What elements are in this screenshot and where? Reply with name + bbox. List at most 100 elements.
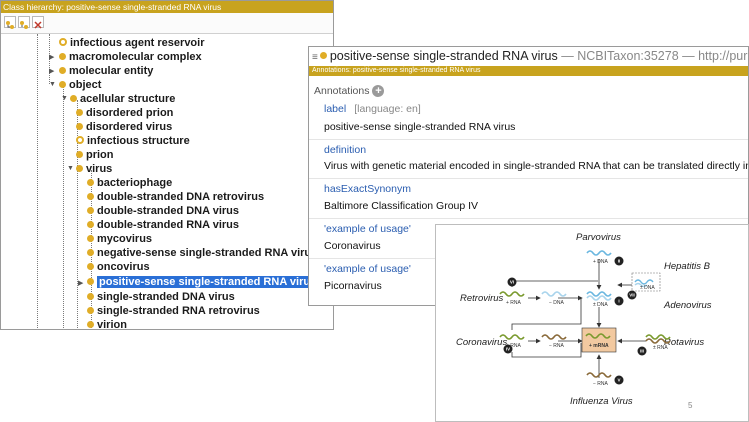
tree-item-selected[interactable]: positive-sense single-stranded RNA virus — [87, 275, 319, 289]
node-pm-dna: ± DNA — [593, 302, 608, 308]
node-pm-rna: ± RNA — [653, 345, 668, 351]
annotation-value: positive-sense single-stranded RNA virus — [324, 121, 516, 133]
hepatitis-label: Hepatitis B — [664, 261, 711, 272]
annotation-property[interactable]: 'example of usage' — [324, 223, 411, 235]
tree-item[interactable]: oncovirus — [87, 260, 150, 274]
class-hierarchy-panel: Class hierarchy: positive-sense single-s… — [0, 0, 334, 330]
tree-item[interactable]: infectious structure — [76, 134, 190, 148]
tree-item[interactable]: double-stranded DNA retrovirus — [87, 190, 264, 204]
tree-item[interactable]: acellular structure — [70, 92, 175, 106]
tree-item[interactable]: disordered prion — [76, 106, 173, 120]
class-icon — [76, 108, 83, 116]
annotations-header: Annotations + — [314, 85, 385, 98]
class-tree: infectious agent reservoir ▶ macromolecu… — [1, 34, 333, 329]
node-plus-rna: + RNA — [506, 300, 522, 306]
annotation-value: Coronavirus — [324, 240, 381, 252]
delete-class-icon — [34, 21, 42, 29]
annotations-subtitle: Annotations: positive-sense single-stran… — [309, 66, 748, 76]
influenza-label: Influenza Virus — [570, 396, 633, 407]
tree-item[interactable]: virus — [76, 162, 112, 176]
class-icon — [87, 277, 94, 285]
group-badge-label: VI — [510, 280, 514, 285]
tree-item[interactable]: bacteriophage — [87, 176, 172, 190]
class-icon — [87, 248, 94, 256]
node-minus-rna: − RNA — [549, 343, 565, 349]
class-icon — [87, 206, 94, 214]
tree-item[interactable]: double-stranded DNA virus — [87, 204, 239, 218]
annotation-value: Baltimore Classification Group IV — [324, 200, 479, 212]
node-plus-dna: + DNA — [593, 259, 609, 265]
baltimore-diagram: Parvovirus Hepatitis B Retrovirus Adenov… — [456, 232, 712, 410]
class-icon — [87, 178, 94, 186]
tree-item[interactable]: single-stranded RNA retrovirus — [87, 304, 260, 318]
group-badge-label: IV — [506, 347, 510, 352]
class-icon — [87, 220, 94, 228]
adenovirus-label: Adenovirus — [663, 300, 712, 311]
annotation-value: Virus with genetic material encoded in s… — [324, 160, 748, 172]
class-icon — [59, 66, 66, 74]
tree-item[interactable]: negative-sense single-stranded RNA virus — [87, 246, 317, 260]
collapse-toggle-icon[interactable]: ▼ — [49, 81, 56, 88]
expand-toggle-icon[interactable]: ▶ — [49, 67, 54, 75]
collapse-toggle-icon[interactable]: ▼ — [67, 165, 74, 172]
node-minus-rna: − RNA — [593, 381, 609, 387]
class-icon — [59, 52, 66, 60]
class-icon — [87, 306, 94, 314]
tree-item[interactable]: virion — [87, 318, 127, 329]
divider — [309, 178, 748, 179]
class-icon — [76, 122, 83, 130]
expand-toggle-icon[interactable]: ▶ — [49, 53, 54, 61]
class-icon — [76, 150, 83, 158]
tree-item[interactable]: macromolecular complex — [59, 50, 202, 64]
tree-item[interactable]: single-stranded DNA virus — [87, 290, 235, 304]
node-minus-dna: − DNA — [549, 300, 565, 306]
divider — [309, 218, 748, 219]
delete-class-button[interactable] — [32, 16, 44, 29]
baltimore-diagram-slide: Parvovirus Hepatitis B Retrovirus Adenov… — [435, 224, 749, 422]
add-subclass-icon — [6, 21, 14, 29]
class-icon — [319, 52, 327, 60]
tree-item[interactable]: molecular entity — [59, 64, 153, 78]
rotavirus-label: Rotavirus — [664, 337, 704, 348]
annotation-property[interactable]: hasExactSynonym — [324, 183, 411, 195]
class-icon — [87, 320, 94, 328]
collapse-toggle-icon[interactable]: ▼ — [61, 95, 68, 102]
add-sibling-icon — [20, 21, 28, 29]
class-icon — [76, 136, 84, 145]
add-sibling-button[interactable] — [18, 16, 30, 29]
expand-toggle-icon[interactable]: ▶ — [78, 279, 83, 287]
class-icon — [59, 80, 66, 88]
class-icon — [70, 94, 77, 102]
class-hierarchy-title: Class hierarchy: positive-sense single-s… — [1, 1, 333, 13]
node-mrna: + mRNA — [589, 343, 609, 349]
hierarchy-toolbar — [1, 13, 333, 34]
class-iri: — NCBITaxon:35278 — http://purl.obolibra… — [561, 49, 748, 63]
tree-item[interactable]: object — [59, 78, 101, 92]
group-badge-label: V — [617, 378, 620, 383]
add-annotation-icon[interactable]: + — [372, 85, 385, 98]
class-header: ≡ positive-sense single-stranded RNA viru… — [309, 47, 748, 66]
parvovirus-label: Parvovirus — [576, 232, 621, 243]
class-icon — [59, 38, 67, 47]
group-badge-label: II — [618, 259, 621, 264]
tree-item[interactable]: disordered virus — [76, 120, 172, 134]
class-icon — [87, 234, 94, 242]
divider — [309, 139, 748, 140]
class-name: positive-sense single-stranded RNA virus — [329, 49, 558, 63]
slide-page-number: 5 — [688, 401, 693, 410]
add-subclass-button[interactable] — [4, 16, 16, 29]
annotation-property[interactable]: label [language: en] — [324, 103, 421, 115]
class-icon — [76, 164, 83, 172]
menu-icon[interactable]: ≡ — [312, 52, 318, 63]
group-badge-label: III — [640, 349, 644, 354]
tree-item[interactable]: double-stranded RNA virus — [87, 218, 239, 232]
tree-item[interactable]: mycovirus — [87, 232, 152, 246]
group-badge-label: I — [618, 299, 619, 304]
annotation-value: Picornavirus — [324, 280, 382, 292]
annotation-property[interactable]: 'example of usage' — [324, 263, 411, 275]
retrovirus-label: Retrovirus — [460, 293, 504, 304]
tree-item[interactable]: infectious agent reservoir — [59, 36, 205, 50]
annotation-property[interactable]: definition — [324, 144, 366, 156]
tree-item[interactable]: prion — [76, 148, 114, 162]
coronavirus-label: Coronavirus — [456, 337, 507, 348]
